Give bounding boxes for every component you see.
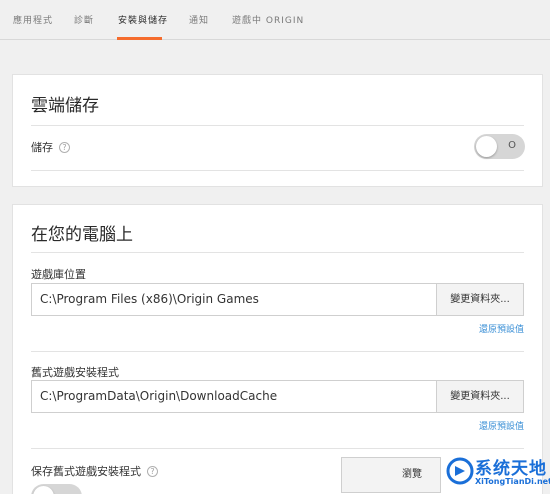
keep-browse-button[interactable]: 瀏覽 [341, 457, 441, 493]
tab-notifications[interactable]: 通知 [189, 13, 209, 26]
toggle-state-label: O [508, 140, 516, 151]
divider [31, 351, 524, 352]
library-change-folder-button[interactable]: 變更資料夾... [436, 283, 524, 316]
legacy-path-field[interactable]: C:\ProgramData\Origin\DownloadCache [31, 380, 437, 413]
divider [31, 448, 524, 449]
legacy-installers-label: 舊式遊戲安裝程式 [31, 366, 119, 379]
watermark-logo-icon [446, 457, 474, 485]
help-icon[interactable]: ? [147, 466, 158, 477]
storage-label-row: 儲存? [31, 139, 70, 155]
divider [31, 252, 524, 253]
tab-diagnostics[interactable]: 診斷 [74, 13, 94, 26]
tab-bar: 應用程式 診斷 安裝與儲存 通知 遊戲中 ORIGIN [0, 0, 550, 40]
active-tab-indicator [117, 37, 162, 40]
tab-install-and-save[interactable]: 安裝與儲存 [118, 13, 168, 26]
legacy-restore-default-link[interactable]: 還原預設值 [479, 419, 524, 432]
tab-origin-in-game[interactable]: 遊戲中 ORIGIN [232, 13, 304, 26]
on-your-computer-section: 在您的電腦上 遊戲庫位置 C:\Program Files (x86)\Orig… [12, 204, 543, 494]
watermark-text: 系统天地 [475, 459, 547, 479]
toggle-knob [33, 486, 54, 494]
tab-applications[interactable]: 應用程式 [13, 13, 53, 26]
cloud-storage-toggle[interactable]: O [474, 134, 525, 159]
keep-installers-toggle[interactable] [31, 484, 82, 494]
keep-installers-label-row: 保存舊式遊戲安裝程式? [31, 463, 158, 479]
legacy-change-folder-button[interactable]: 變更資料夾... [436, 380, 524, 413]
cloud-storage-section: 雲端儲存 儲存? O [12, 74, 543, 187]
library-restore-default-link[interactable]: 還原預設值 [479, 322, 524, 335]
watermark: 系统天地 XiTongTianDi.net [445, 452, 550, 494]
watermark-url: XiTongTianDi.net [475, 477, 550, 486]
divider [31, 170, 524, 171]
section-title: 雲端儲存 [31, 96, 99, 116]
section-title: 在您的電腦上 [31, 225, 133, 245]
divider [31, 125, 524, 126]
keep-installers-label: 保存舊式遊戲安裝程式 [31, 465, 141, 478]
library-location-label: 遊戲庫位置 [31, 268, 86, 281]
toggle-knob [476, 136, 497, 157]
help-icon[interactable]: ? [59, 142, 70, 153]
library-path-field[interactable]: C:\Program Files (x86)\Origin Games [31, 283, 437, 316]
storage-label: 儲存 [31, 141, 53, 154]
